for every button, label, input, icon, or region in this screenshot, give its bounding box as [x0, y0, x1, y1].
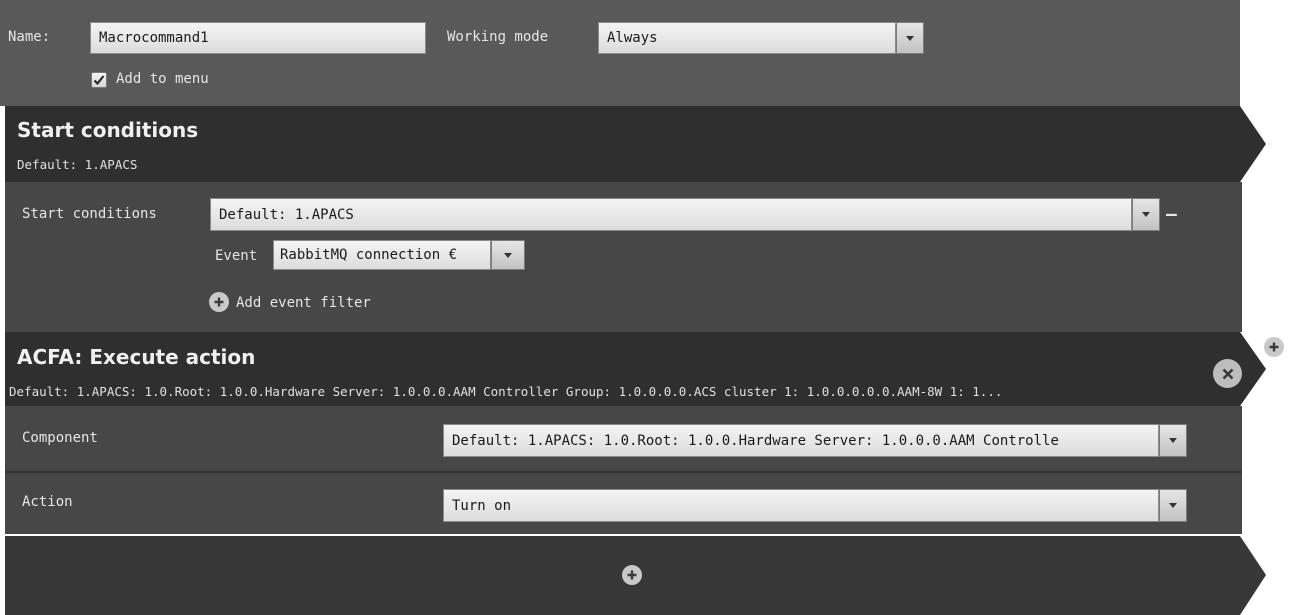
start-conditions-field-label: Start conditions: [22, 206, 157, 222]
start-conditions-dropdown-button[interactable]: [1132, 198, 1160, 231]
chevron-down-icon: [1169, 438, 1177, 443]
event-select[interactable]: RabbitMQ connection €: [273, 240, 491, 270]
event-dropdown-button[interactable]: [491, 240, 525, 270]
close-glyph: [1222, 368, 1233, 379]
remove-condition-button[interactable]: —: [1166, 204, 1177, 225]
event-label: Event: [215, 248, 258, 264]
plus-circle-icon[interactable]: [209, 292, 229, 312]
plus-glyph: [214, 297, 224, 307]
chevron-down-icon: [504, 252, 512, 258]
action-select[interactable]: Turn on: [443, 489, 1159, 522]
component-label: Component: [22, 430, 98, 446]
start-conditions-select[interactable]: Default: 1.APACS: [210, 198, 1132, 231]
plus-glyph: [627, 570, 637, 580]
working-mode-select[interactable]: Always: [598, 22, 896, 54]
chevron-down-icon: [1142, 212, 1150, 217]
plus-circle-icon[interactable]: [622, 565, 642, 585]
action-dropdown-button[interactable]: [1159, 489, 1187, 522]
working-mode-label: Working mode: [447, 29, 549, 45]
name-label: Name:: [8, 29, 51, 45]
add-event-filter-button[interactable]: Add event filter: [236, 295, 371, 311]
add-to-menu-checkbox[interactable]: [91, 72, 107, 88]
start-conditions-title: Start conditions: [17, 118, 199, 142]
action-label: Action: [22, 494, 73, 510]
add-to-menu-label: Add to menu: [116, 71, 209, 87]
close-circle-icon[interactable]: [1213, 359, 1242, 388]
plus-glyph: [1269, 342, 1279, 352]
chevron-down-icon: [906, 35, 914, 41]
name-input[interactable]: Macrocommand1: [90, 22, 426, 54]
action-row-divider: [5, 471, 1242, 473]
chevron-down-icon: [1169, 503, 1177, 508]
working-mode-dropdown-button[interactable]: [896, 22, 924, 54]
action-title: ACFA: Execute action: [17, 345, 256, 369]
plus-circle-icon[interactable]: [1264, 337, 1284, 357]
checkmark-icon: [93, 75, 105, 86]
component-dropdown-button[interactable]: [1159, 424, 1187, 457]
start-conditions-subtitle: Default: 1.APACS: [17, 157, 138, 172]
component-select[interactable]: Default: 1.APACS: 1.0.Root: 1.0.0.Hardwa…: [443, 424, 1159, 457]
action-subtitle: Default: 1.APACS: 1.0.Root: 1.0.0.Hardwa…: [9, 384, 1003, 399]
